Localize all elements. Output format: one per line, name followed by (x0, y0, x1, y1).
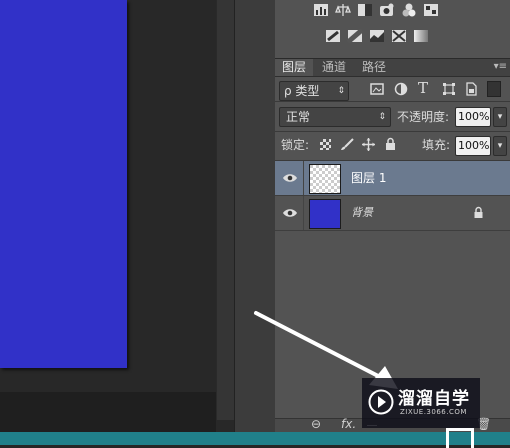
layer-row-layer1[interactable]: 图层 1 (275, 161, 510, 196)
watermark-bracket (446, 428, 474, 448)
threshold-icon[interactable] (369, 29, 385, 43)
blend-mode-value: 正常 (286, 110, 311, 124)
tab-channels[interactable]: 通道 (315, 59, 353, 76)
fill-value: 100% (458, 139, 490, 152)
watermark-title: 溜溜自学 (398, 389, 470, 409)
canvas-scrollbar[interactable] (216, 0, 235, 420)
adjustments-panel (275, 0, 510, 59)
posterize-icon[interactable] (347, 29, 363, 43)
watermark-logo-icon (368, 389, 394, 415)
lock-all-icon[interactable] (385, 137, 396, 151)
channel-mixer-icon[interactable] (401, 3, 417, 17)
lock-label: 锁定: (281, 138, 310, 152)
panel-gutter (234, 0, 276, 432)
fill-label: 填充: (422, 138, 451, 152)
link-icon[interactable]: ⊖ (311, 417, 321, 431)
visibility-eye-icon[interactable] (282, 171, 298, 185)
shape-filter-icon[interactable] (442, 82, 456, 96)
pixel-filter-icon[interactable] (370, 83, 384, 95)
adjustment-filter-icon[interactable] (394, 82, 408, 96)
tab-paths[interactable]: 路径 (355, 59, 393, 76)
type-filter-icon[interactable]: T (418, 79, 428, 97)
watermark: 溜溜自学 ZIXUE.3066.COM (362, 378, 480, 428)
tab-layers[interactable]: 图层 (275, 59, 314, 76)
blend-mode-select[interactable]: 正常 ⇕ (279, 107, 391, 127)
layer-lock-icon (474, 206, 483, 218)
lock-position-move-icon[interactable] (362, 138, 375, 151)
filter-kind-label: ρ 类型 (284, 84, 320, 98)
visibility-eye-icon[interactable] (282, 206, 298, 220)
panel-menu-icon[interactable]: ▾≡ (494, 61, 507, 72)
photo-filter-icon[interactable] (379, 3, 395, 17)
layer-name[interactable]: 背景 (351, 204, 373, 222)
fx-icon[interactable]: fx. (341, 417, 356, 431)
selective-color-icon[interactable] (413, 29, 429, 43)
opacity-value: 100% (458, 110, 490, 123)
canvas-area[interactable] (0, 0, 235, 432)
updown-arrows-icon: ⇕ (378, 112, 386, 122)
document-canvas[interactable] (0, 0, 127, 368)
layers-panel: 图层 通道 路径 ▾≡ ρ 类型 ⇕ T 正常 ⇕ 不透明度: 100% ▾ 锁… (275, 59, 510, 432)
smart-object-filter-icon[interactable] (465, 82, 477, 96)
color-lookup-icon[interactable] (423, 3, 439, 17)
opacity-label: 不透明度: (397, 110, 450, 124)
lock-transparent-icon[interactable] (320, 139, 331, 150)
layer-row-background[interactable]: 背景 (275, 196, 510, 231)
panel-tabs: 图层 通道 路径 ▾≡ (275, 59, 510, 77)
watermark-url: ZIXUE.3066.COM (400, 408, 467, 416)
layer-filter-select[interactable]: ρ 类型 ⇕ (279, 81, 349, 101)
opacity-field[interactable]: 100% (455, 107, 491, 127)
canvas-pasteboard (0, 392, 216, 432)
filter-toggle[interactable] (487, 81, 501, 97)
updown-arrows-icon: ⇕ (337, 86, 345, 96)
layer-thumbnail-transparent (309, 164, 341, 194)
balance-icon[interactable] (335, 3, 351, 17)
layer-name[interactable]: 图层 1 (351, 169, 386, 187)
opacity-dropdown-icon[interactable]: ▾ (493, 107, 507, 127)
black-white-icon[interactable] (357, 3, 373, 17)
fill-dropdown-icon[interactable]: ▾ (493, 136, 507, 156)
invert-icon[interactable] (325, 29, 341, 43)
layer-thumbnail-blue (309, 199, 341, 229)
levels-icon[interactable] (313, 3, 329, 17)
gradient-map-icon[interactable] (391, 29, 407, 43)
fill-field[interactable]: 100% (455, 136, 491, 156)
lock-pixels-brush-icon[interactable] (340, 138, 354, 151)
status-strip (0, 432, 510, 445)
